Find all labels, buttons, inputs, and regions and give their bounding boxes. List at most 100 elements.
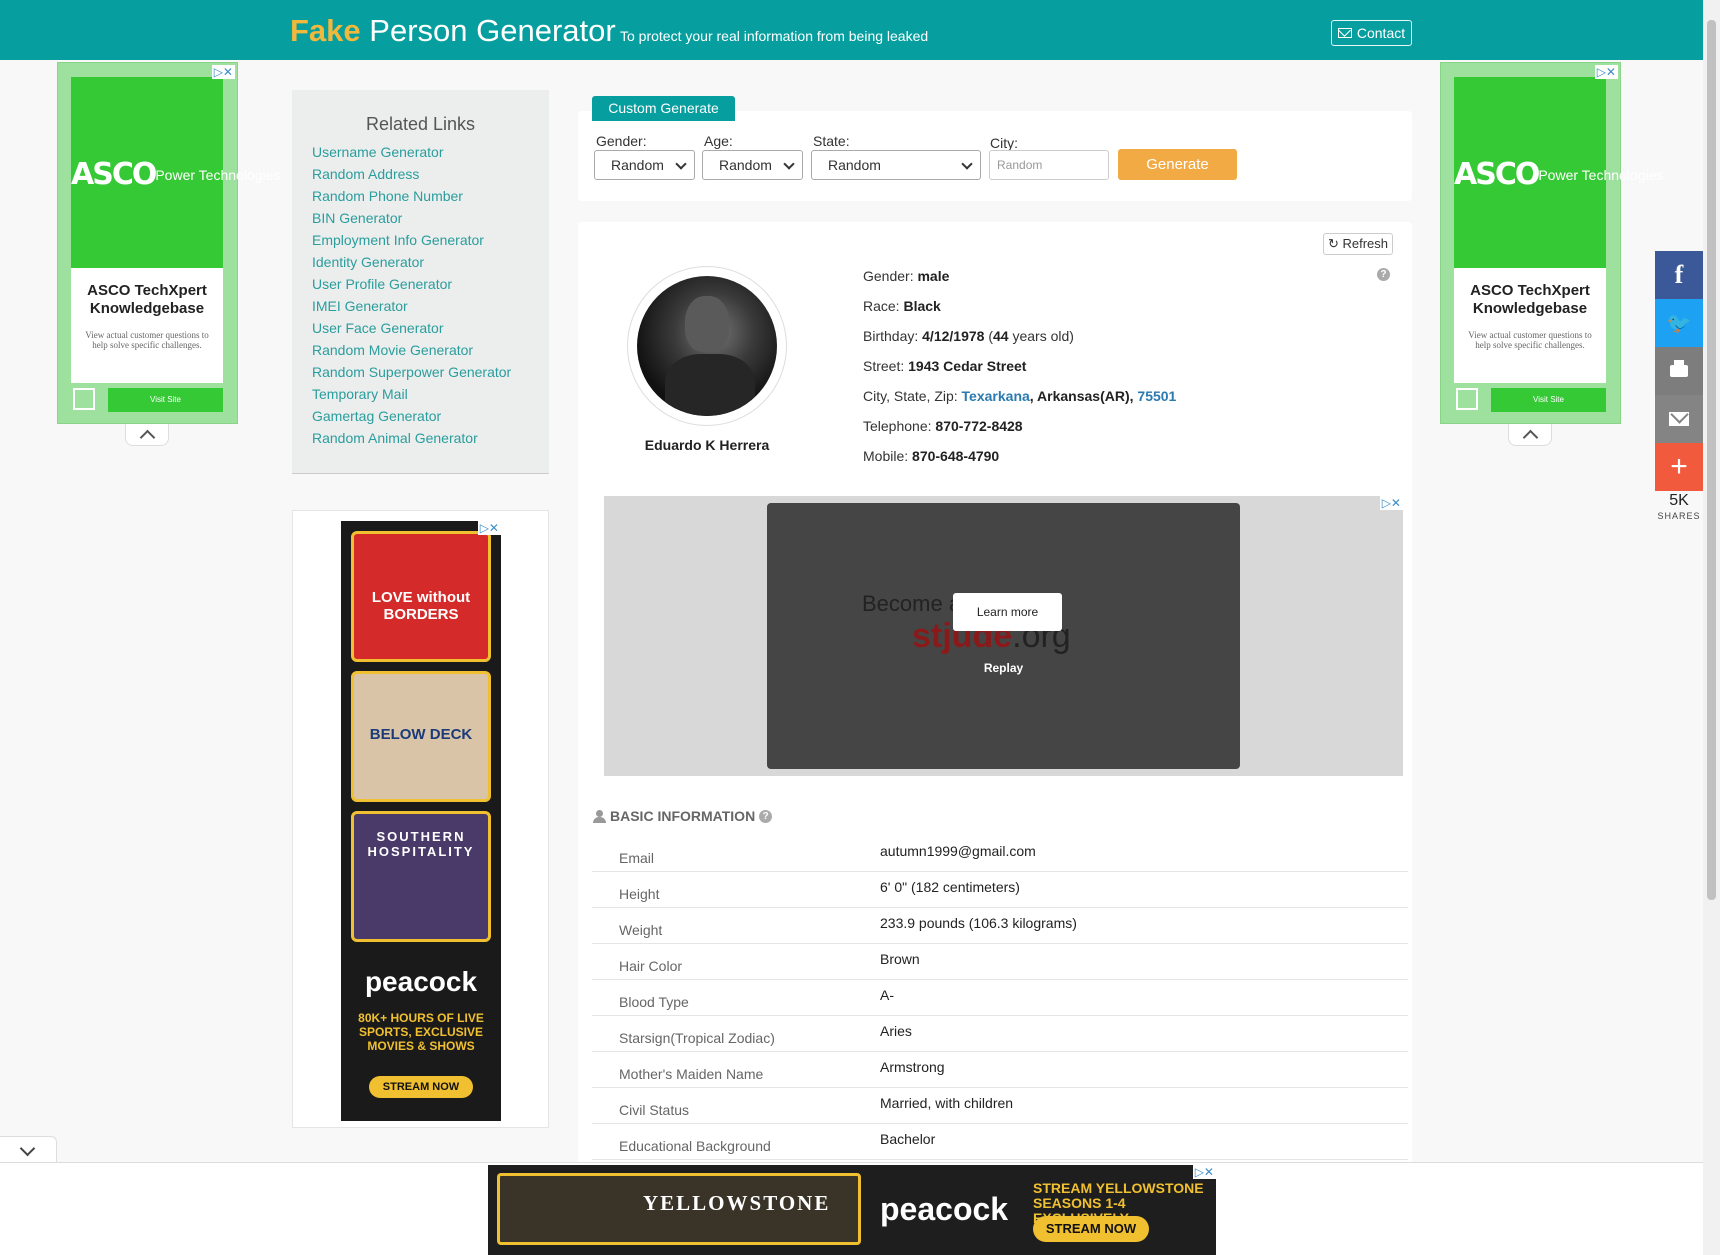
city-state-zip-info: City, State, Zip: Texarkana, Arkansas(AR…	[863, 388, 1177, 404]
related-link[interactable]: Identity Generator	[312, 254, 511, 276]
adchoices-icon[interactable]: ▷✕	[477, 521, 501, 535]
adchoices-icon[interactable]: ▷✕	[1192, 1165, 1216, 1179]
print-share-button[interactable]	[1655, 347, 1703, 395]
basic-information-table: Email autumn1999@gmail.com Height 6' 0" (18…	[592, 836, 1408, 1160]
avatar	[637, 276, 777, 416]
adchoices-icon[interactable]: ▷✕	[1379, 496, 1403, 510]
related-link[interactable]: IMEI Generator	[312, 298, 511, 320]
related-link[interactable]: User Profile Generator	[312, 276, 511, 298]
street-info: Street: 1943 Cedar Street	[863, 358, 1027, 374]
gender-select[interactable]: Random	[594, 150, 695, 180]
video-ad[interactable]: Become a donor at stjude.org Learn more …	[604, 496, 1403, 776]
custom-generate-tab[interactable]: Custom Generate	[592, 96, 735, 121]
facebook-share-button[interactable]: f	[1655, 251, 1703, 299]
site-header: Fake Person Generator To protect your re…	[0, 0, 1703, 60]
age-label: Age:	[704, 133, 733, 149]
ad-description: View actual customer questions to help s…	[1468, 330, 1592, 350]
print-icon	[1670, 360, 1688, 377]
ad-image-below-deck: BELOW DECK	[351, 671, 491, 802]
table-row: Educational Background Bachelor	[592, 1124, 1408, 1160]
related-link[interactable]: Random Animal Generator	[312, 430, 511, 452]
related-links-list: Username Generator Random Address Random P…	[312, 144, 511, 452]
video-player[interactable]: Become a donor at stjude.org Learn more …	[767, 503, 1240, 769]
row-value: Married, with children	[880, 1095, 1014, 1111]
visit-site-button[interactable]: Visit Site	[108, 388, 223, 412]
birthday-info: Birthday: 4/12/1978 (44 years old)	[863, 328, 1074, 344]
peacock-skyscraper-ad[interactable]: LOVE without BORDERS BELOW DECK SOUTHERN…	[341, 521, 501, 1121]
right-side-ad[interactable]: ASCOPower Technologies ASCO TechXpert Kn…	[1440, 62, 1663, 424]
stream-now-button[interactable]: STREAM NOW	[1033, 1216, 1149, 1242]
ad-banner-image: ASCOPower Technologies	[71, 77, 280, 268]
race-info: Race: Black	[863, 298, 941, 314]
yellowstone-title: YELLOWSTONE	[643, 1191, 831, 1215]
row-label: Hair Color	[619, 958, 683, 974]
table-row: Weight 233.9 pounds (106.3 kilograms)	[592, 908, 1408, 944]
related-link[interactable]: BIN Generator	[312, 210, 511, 232]
replay-button[interactable]: Replay	[767, 661, 1240, 675]
bottom-banner-ad[interactable]: YELLOWSTONE peacock STREAM YELLOWSTONE S…	[488, 1165, 1216, 1255]
site-logo[interactable]: Fake Person Generator	[290, 13, 616, 49]
person-name: Eduardo K Herrera	[644, 437, 770, 453]
related-link[interactable]: Random Phone Number	[312, 188, 511, 210]
related-link[interactable]: Employment Info Generator	[312, 232, 511, 254]
peacock-logo: peacock	[880, 1191, 1009, 1227]
visit-site-button[interactable]: Visit Site	[1491, 388, 1606, 412]
related-link[interactable]: Temporary Mail	[312, 386, 511, 408]
table-row: Starsign(Tropical Zodiac) Aries	[592, 1016, 1408, 1052]
zip-link[interactable]: 75501	[1137, 388, 1176, 404]
user-icon	[593, 809, 606, 823]
related-link[interactable]: Gamertag Generator	[312, 408, 511, 430]
ad-image-southern-hospitality: SOUTHERN HOSPITALITY	[351, 811, 491, 942]
ad-title: ASCO TechXpert Knowledgebase	[87, 282, 207, 317]
related-link[interactable]: Random Address	[312, 166, 511, 188]
row-value: Bachelor	[880, 1131, 936, 1147]
plus-icon: +	[1670, 450, 1688, 483]
table-row: Blood Type A-	[592, 980, 1408, 1016]
contact-button[interactable]: Contact	[1331, 20, 1412, 46]
basic-information-heading: BASIC INFORMATION ?	[593, 808, 773, 824]
help-icon[interactable]: ?	[759, 809, 773, 823]
related-link[interactable]: Random Movie Generator	[312, 342, 511, 364]
related-links-title: Related Links	[365, 114, 476, 134]
table-row: Email autumn1999@gmail.com	[592, 836, 1408, 872]
age-select[interactable]: Random	[702, 150, 803, 180]
twitter-share-button[interactable]: 🐦	[1655, 299, 1703, 347]
stream-now-button[interactable]: STREAM NOW	[369, 1076, 473, 1098]
more-share-button[interactable]: +	[1655, 443, 1703, 491]
state-select[interactable]: Random	[811, 150, 981, 180]
related-link[interactable]: Username Generator	[312, 144, 511, 166]
gender-label: Gender:	[596, 133, 647, 149]
learn-more-button[interactable]: Learn more	[953, 593, 1062, 631]
city-link[interactable]: Texarkana	[962, 388, 1030, 404]
table-row: Civil Status Married, with children	[592, 1088, 1408, 1124]
telephone-info: Telephone: 870-772-8428	[863, 418, 1023, 434]
related-link[interactable]: User Face Generator	[312, 320, 511, 342]
email-share-button[interactable]	[1655, 395, 1703, 443]
ad-tagline: 80K+ HOURS OF LIVE SPORTS, EXCLUSIVE MOV…	[358, 1011, 484, 1053]
adchoices-icon[interactable]: ▷✕	[211, 65, 235, 79]
collapse-ad-button[interactable]	[125, 424, 169, 446]
left-side-ad[interactable]: ASCOPower Technologies ASCO TechXpert Kn…	[57, 62, 280, 424]
row-value: Aries	[880, 1023, 912, 1039]
collapse-ad-button[interactable]	[1508, 424, 1552, 446]
row-value: autumn1999@gmail.com	[880, 843, 1036, 859]
row-label: Civil Status	[619, 1102, 690, 1118]
share-count: 5K	[1669, 492, 1689, 509]
ad-image-love-without-borders: LOVE without BORDERS	[351, 531, 491, 662]
row-label: Educational Background	[619, 1138, 771, 1154]
city-input[interactable]: Random	[989, 150, 1109, 180]
ad-banner-image: ASCOPower Technologies	[1454, 77, 1663, 268]
collapse-bottom-ad-button[interactable]	[0, 1136, 57, 1162]
share-label: SHARES	[1657, 511, 1701, 521]
generate-button[interactable]: Generate	[1118, 149, 1237, 180]
city-label: City:	[990, 135, 1018, 151]
facebook-icon: f	[1674, 260, 1684, 289]
related-link[interactable]: Random Superpower Generator	[312, 364, 511, 386]
adchoices-icon[interactable]: ▷✕	[1594, 65, 1618, 79]
refresh-button[interactable]: ↻ Refresh	[1323, 233, 1393, 255]
row-label: Starsign(Tropical Zodiac)	[619, 1030, 775, 1046]
scrollbar-thumb[interactable]	[1707, 20, 1716, 900]
mail-icon	[1337, 28, 1352, 38]
row-label: Blood Type	[619, 994, 689, 1010]
help-icon[interactable]: ?	[1377, 268, 1390, 281]
